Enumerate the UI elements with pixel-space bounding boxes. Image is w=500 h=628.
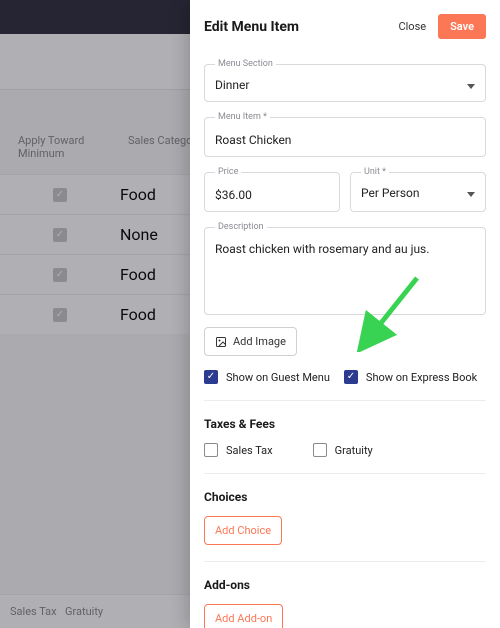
menu-section-select[interactable] <box>215 76 461 96</box>
divider <box>204 400 486 401</box>
description-textarea[interactable] <box>215 239 475 305</box>
checkbox-icon <box>204 370 218 384</box>
checkbox-icon <box>344 370 358 384</box>
chevron-down-icon <box>467 84 475 89</box>
drawer-body: Menu Section Menu Item * Price Unit * <box>190 49 500 628</box>
menu-item-input[interactable] <box>215 131 475 151</box>
show-express-label: Show on Express Book <box>366 371 477 384</box>
description-label: Description <box>215 222 267 232</box>
divider <box>204 561 486 562</box>
taxes-fees-title: Taxes & Fees <box>204 417 486 431</box>
chevron-down-icon <box>467 192 475 197</box>
show-on-express-book-checkbox[interactable]: Show on Express Book <box>344 370 477 384</box>
menu-section-field[interactable]: Menu Section <box>204 59 486 102</box>
save-button[interactable]: Save <box>438 14 486 39</box>
drawer-title: Edit Menu Item <box>204 19 398 35</box>
menu-section-label: Menu Section <box>215 59 276 69</box>
unit-select[interactable] <box>361 184 461 204</box>
price-label: Price <box>215 167 241 177</box>
unit-field[interactable]: Unit * <box>350 167 486 212</box>
sales-tax-label: Sales Tax <box>226 444 273 457</box>
image-icon <box>215 336 227 348</box>
gratuity-label: Gratuity <box>335 444 373 457</box>
menu-item-field[interactable]: Menu Item * <box>204 112 486 157</box>
add-image-button[interactable]: Add Image <box>204 327 297 356</box>
add-choice-button[interactable]: Add Choice <box>204 516 282 545</box>
add-image-label: Add Image <box>233 335 286 348</box>
price-input[interactable] <box>215 186 329 206</box>
add-addon-button[interactable]: Add Add-on <box>204 604 283 628</box>
divider <box>204 473 486 474</box>
addons-title: Add-ons <box>204 578 486 592</box>
price-field[interactable]: Price <box>204 167 340 212</box>
show-guest-label: Show on Guest Menu <box>226 371 330 384</box>
drawer-header: Edit Menu Item Close Save <box>190 0 500 49</box>
checkbox-icon <box>313 443 327 457</box>
show-on-guest-menu-checkbox[interactable]: Show on Guest Menu <box>204 370 330 384</box>
checkbox-icon <box>204 443 218 457</box>
choices-title: Choices <box>204 490 486 504</box>
edit-menu-item-drawer: Edit Menu Item Close Save Menu Section M… <box>190 0 500 628</box>
description-field[interactable]: Description <box>204 222 486 315</box>
menu-item-label: Menu Item * <box>215 112 270 122</box>
close-button[interactable]: Close <box>398 20 426 33</box>
gratuity-checkbox[interactable]: Gratuity <box>313 443 373 457</box>
unit-label: Unit * <box>361 167 389 177</box>
sales-tax-checkbox[interactable]: Sales Tax <box>204 443 273 457</box>
